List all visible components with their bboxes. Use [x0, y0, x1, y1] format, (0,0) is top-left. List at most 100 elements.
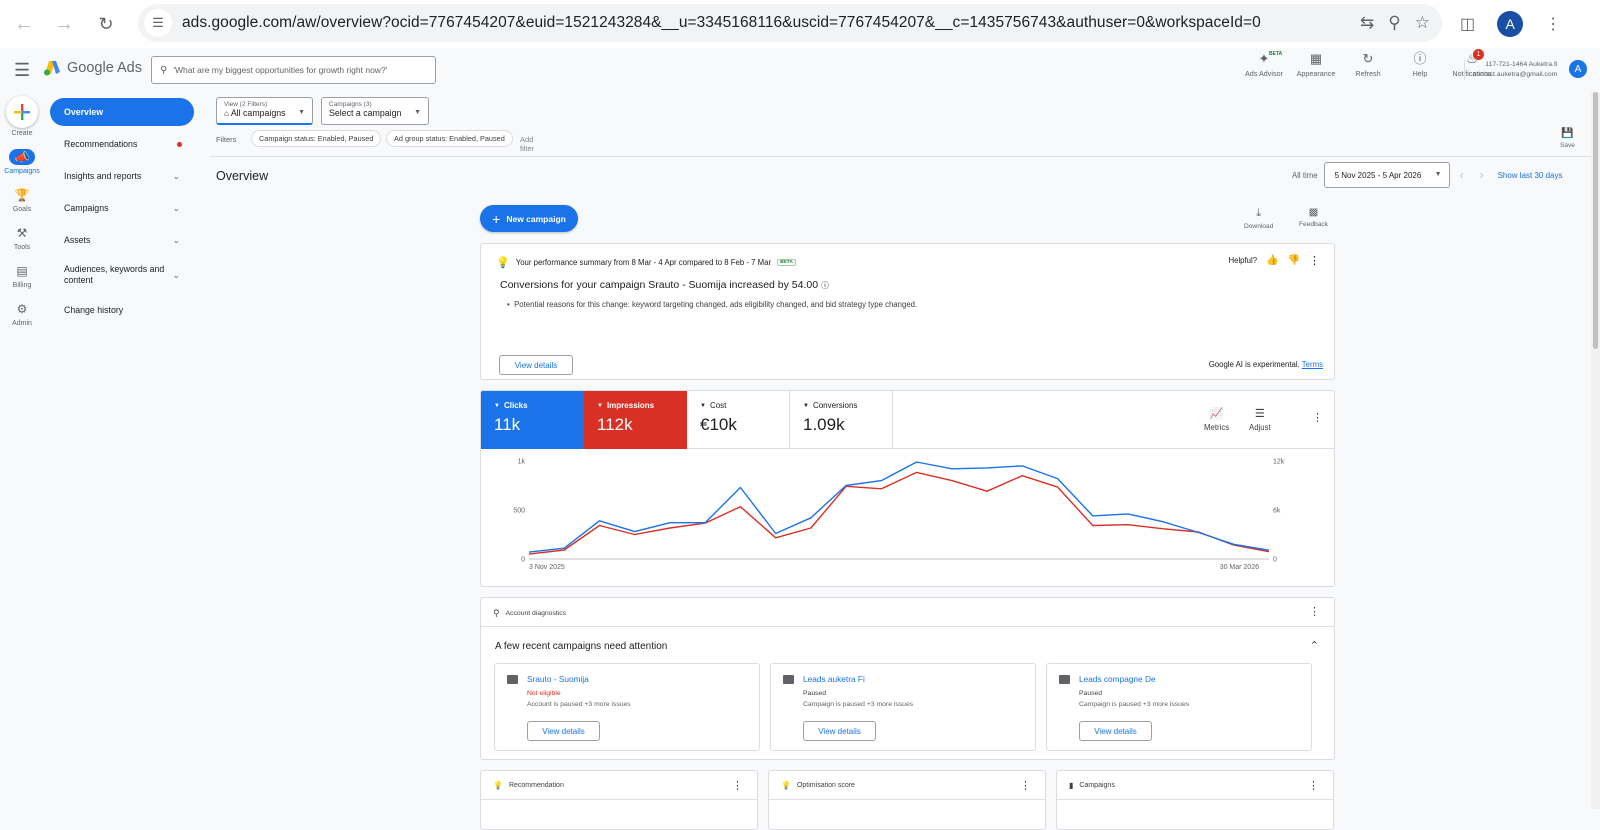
card-icon: ▤	[16, 264, 28, 278]
refresh-label: Refresh	[1355, 69, 1381, 78]
more-options-icon[interactable]: ⋮	[1308, 779, 1319, 792]
forward-icon[interactable]: →	[44, 4, 84, 44]
metric-cost[interactable]: ▼ Cost €10k	[687, 391, 790, 449]
sidenav-audiences[interactable]: Audiences, keywords and content ⌄	[50, 258, 194, 292]
add-filter-button[interactable]: Add filter	[520, 135, 534, 153]
view-details-button[interactable]: View details	[803, 721, 876, 741]
divider	[481, 799, 757, 800]
y-right-tick-label: 0	[1273, 557, 1277, 564]
metric-conversions[interactable]: ▼ Conversions 1.09k	[790, 391, 893, 449]
more-options-icon[interactable]: ⋮	[1312, 411, 1323, 424]
feedback-button[interactable]: ▩ Feedback	[1299, 207, 1328, 228]
trophy-icon: 🏆	[14, 188, 30, 202]
more-options-icon[interactable]: ⋮	[1020, 779, 1031, 792]
campaign-name-link[interactable]: Leads compagne De	[1079, 674, 1156, 684]
next-period-icon[interactable]: ›	[1480, 168, 1484, 182]
y-left-tick-label: 0	[521, 557, 525, 564]
date-range-picker[interactable]: 5 Nov 2025 - 5 Apr 2026 ▼	[1323, 162, 1450, 188]
google-ads-logo[interactable]: Google Ads	[43, 60, 142, 76]
thumbs-up-icon[interactable]: 👍	[1266, 255, 1278, 266]
view-selector[interactable]: View (2 Filters) ⌂ All campaigns ▼	[216, 97, 313, 125]
help-icon[interactable]: ⓘ	[821, 281, 829, 290]
diagnostics-title: A few recent campaigns need attention	[495, 641, 668, 652]
back-icon[interactable]: ←	[4, 4, 44, 44]
terms-link[interactable]: Terms	[1302, 360, 1323, 369]
address-bar[interactable]: ☰ ads.google.com/aw/overview?ocid=776745…	[138, 4, 1442, 42]
rail-goals[interactable]: 🏆 Goals	[0, 187, 44, 213]
hamburger-menu-icon[interactable]: ☰	[14, 60, 30, 81]
appearance-button[interactable]: ▦ Appearance	[1290, 52, 1342, 79]
campaign-status: Not eligible	[527, 690, 561, 697]
adjust-button[interactable]: ☰ Adjust	[1249, 407, 1271, 432]
metrics-button[interactable]: 📈 Metrics	[1204, 407, 1229, 432]
campaign-issue-card: Leads compagne De Paused Campaign is pau…	[1046, 663, 1312, 751]
extensions-icon[interactable]: ◫	[1460, 14, 1475, 34]
sidenav-change-history[interactable]: Change history	[50, 296, 194, 324]
translate-icon[interactable]: ⇆	[1360, 13, 1374, 33]
campaign-name-link[interactable]: Leads auketra Fi	[803, 674, 865, 684]
previous-period-icon[interactable]: ‹	[1460, 168, 1464, 182]
metric-impressions[interactable]: ▼ Impressions 112k	[584, 391, 687, 449]
appearance-label: Appearance	[1296, 69, 1336, 78]
ai-disclaimer: Google AI is experimental.	[1208, 360, 1300, 369]
reload-icon[interactable]: ↻	[86, 4, 126, 44]
summary-title: Conversions for your campaign Srauto - S…	[500, 279, 819, 291]
date-range-controls: All time 5 Nov 2025 - 5 Apr 2026 ▼ ‹ › S…	[1292, 162, 1563, 188]
zoom-icon[interactable]: ⚲	[1388, 13, 1400, 33]
refresh-button[interactable]: ↻ Refresh	[1342, 52, 1394, 79]
sidenav-recommendations[interactable]: Recommendations	[50, 130, 194, 158]
account-avatar[interactable]: A	[1569, 60, 1587, 78]
divider	[481, 626, 1334, 627]
ads-advisor-button[interactable]: ✦ BETA Ads Advisor	[1238, 51, 1290, 78]
sidenav-campaigns[interactable]: Campaigns ⌄	[50, 194, 194, 222]
sidenav-assets[interactable]: Assets ⌄	[50, 226, 194, 254]
filter-chip-campaign-status[interactable]: Campaign status: Enabled, Paused	[251, 130, 382, 147]
site-info-icon[interactable]: ☰	[144, 9, 172, 37]
sidenav-overview-label: Overview	[64, 107, 104, 117]
bookmark-star-icon[interactable]: ☆	[1415, 13, 1430, 33]
filter-chip-ad-group-status[interactable]: Ad group status: Enabled, Paused	[386, 130, 513, 147]
view-selector-value: All campaigns	[230, 108, 286, 118]
campaign-name-link[interactable]: Srauto - Suomija	[527, 674, 589, 684]
page-scrollbar-thumb[interactable]	[1593, 92, 1598, 349]
rail-admin-label: Admin	[12, 320, 32, 327]
url-text[interactable]: ads.google.com/aw/overview?ocid=77674542…	[182, 14, 1261, 32]
account-info[interactable]: 117-721-1464 Auketra.fi contact.auketra@…	[1464, 60, 1557, 80]
show-last-30-days-link[interactable]: Show last 30 days	[1498, 171, 1563, 180]
plus-icon	[6, 96, 38, 128]
sparkle-icon: ✦	[1258, 51, 1270, 66]
chevron-down-icon: ⌄	[172, 170, 180, 181]
more-options-icon[interactable]: ⋮	[732, 779, 743, 792]
side-navigation: Overview Recommendations Insights and re…	[50, 98, 194, 328]
diagnostics-header: Account diagnostics	[505, 610, 567, 617]
search-input[interactable]: ⚲ 'What are my biggest opportunities for…	[151, 56, 436, 84]
series-line-impressions	[528, 471, 1270, 555]
sidenav-insights[interactable]: Insights and reports ⌄	[50, 162, 194, 190]
rail-goals-label: Goals	[12, 206, 32, 213]
help-icon: ⓘ	[1413, 51, 1427, 66]
help-button[interactable]: ⓘ Help	[1394, 51, 1446, 79]
optimisation-score-card-title: Optimisation score	[796, 782, 855, 789]
browser-menu-icon[interactable]: ⋮	[1545, 14, 1561, 34]
rail-campaigns[interactable]: 📣 Campaigns	[0, 149, 44, 175]
view-details-button[interactable]: View details	[1079, 721, 1152, 741]
rail-create[interactable]: Create	[0, 96, 44, 137]
rail-billing[interactable]: ▤ Billing	[0, 263, 44, 289]
download-button[interactable]: ⤓ Download	[1244, 207, 1273, 230]
dropdown-arrow-icon: ▼	[803, 402, 809, 409]
new-campaign-button[interactable]: + New campaign	[480, 205, 578, 232]
dropdown-arrow-icon: ▼	[597, 402, 603, 409]
view-details-button[interactable]: View details	[527, 721, 600, 741]
campaign-selector[interactable]: Campaigns (3) Select a campaign ▼	[321, 97, 429, 125]
rail-tools[interactable]: ⚒ Tools	[0, 225, 44, 251]
rail-admin[interactable]: ⚙ Admin	[0, 301, 44, 327]
more-options-icon[interactable]: ⋮	[1309, 254, 1320, 267]
metric-clicks[interactable]: ▼ Clicks 11k	[481, 391, 584, 449]
more-options-icon[interactable]: ⋮	[1309, 605, 1320, 618]
chevron-up-icon[interactable]: ⌃	[1310, 639, 1319, 652]
view-details-button[interactable]: View details	[499, 355, 573, 375]
save-button[interactable]: 💾 Save	[1560, 128, 1575, 149]
thumbs-down-icon[interactable]: 👎	[1288, 255, 1300, 266]
browser-profile-avatar[interactable]: A	[1497, 11, 1524, 37]
sidenav-overview[interactable]: Overview	[50, 98, 194, 126]
